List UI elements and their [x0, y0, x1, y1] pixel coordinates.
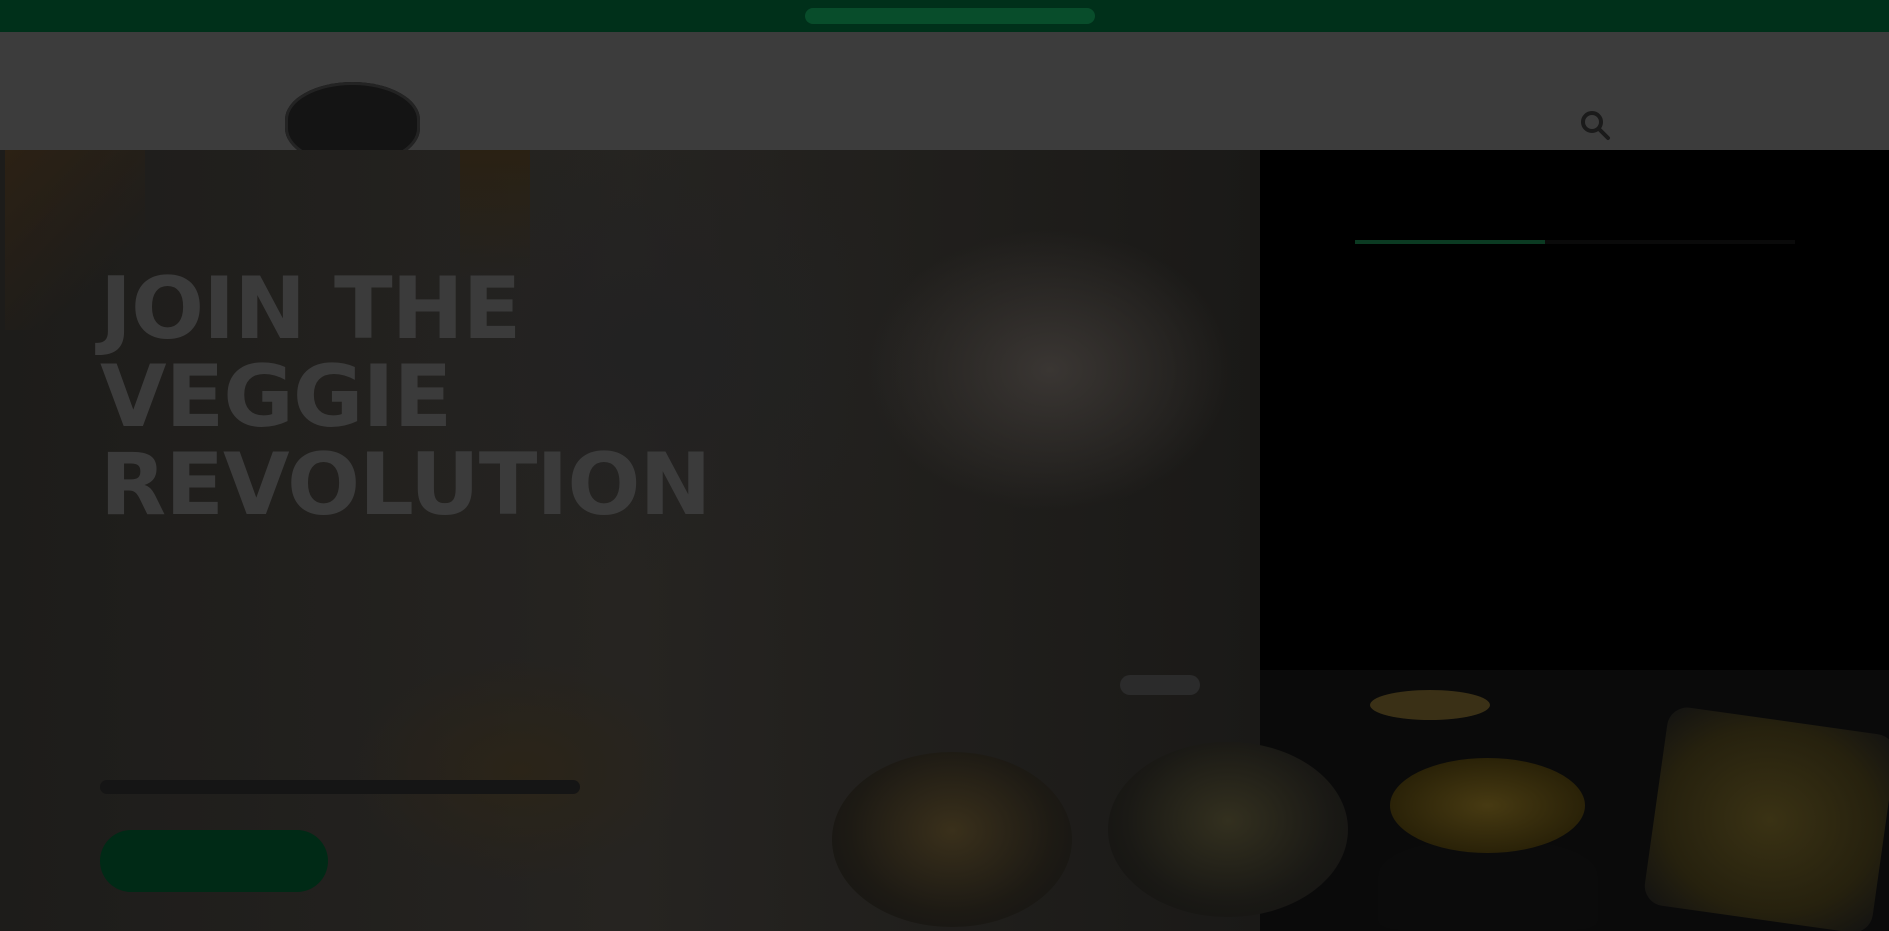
- product-bowl-1: [832, 752, 1072, 927]
- hero-subtitle: [100, 780, 580, 794]
- product-lid: [1370, 690, 1490, 720]
- nav-dropdown-panel: [1260, 150, 1889, 670]
- product-bowl-2: [1108, 742, 1348, 917]
- search-icon: [1581, 111, 1610, 140]
- product-tray: [1642, 704, 1889, 931]
- dropdown-tab-indicator: [1355, 240, 1795, 244]
- site-header: [0, 32, 1889, 166]
- hero-cta-button[interactable]: [100, 830, 328, 892]
- hero-section: JOIN THE VEGGIE REVOLUTION: [0, 150, 1889, 931]
- product-pot: [1378, 840, 1598, 930]
- product-soup: [1390, 758, 1585, 853]
- promo-text[interactable]: [805, 8, 1095, 24]
- product-lineup: [830, 640, 1889, 931]
- hero-title: JOIN THE VEGGIE REVOLUTION: [100, 259, 711, 535]
- search-button[interactable]: [1578, 108, 1612, 142]
- top-promo-banner: [0, 0, 1889, 32]
- dropdown-active-indicator: [1355, 240, 1545, 244]
- product-lid: [1120, 675, 1200, 695]
